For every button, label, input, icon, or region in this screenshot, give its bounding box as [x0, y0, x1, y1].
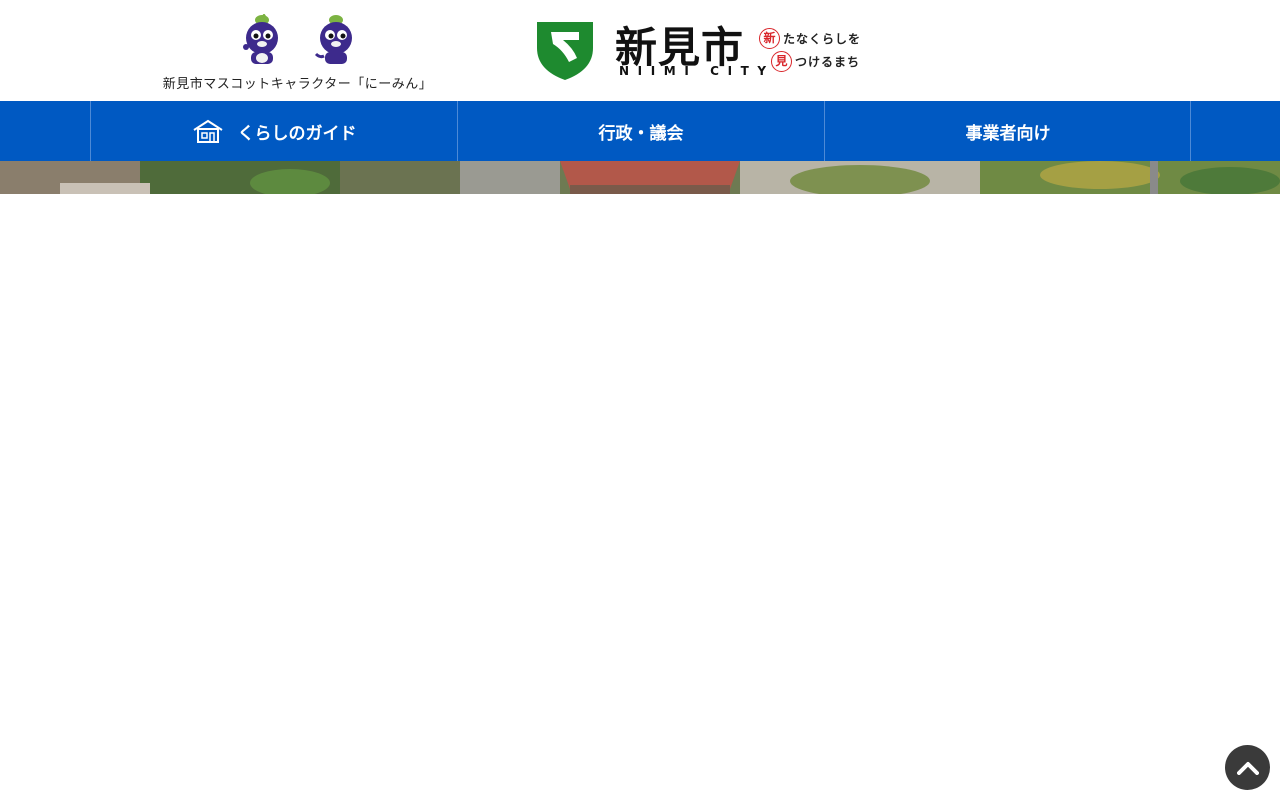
site-header: 新見市マスコットキャラクター「にーみん」 新見市 NIIMI CITY 新たなく…	[0, 0, 1280, 101]
slogan-text: つけるまち	[795, 55, 861, 69]
nav-item-label: 事業者向け	[965, 123, 1051, 144]
city-emblem-icon	[537, 22, 593, 80]
slogan-text: たなくらしを	[783, 32, 862, 46]
hero-image	[0, 161, 1280, 194]
chevron-up-icon	[1236, 761, 1259, 775]
city-logo[interactable]: 新見市 NIIMI CITY 新たなくらしを 見つけるまち	[533, 18, 868, 84]
mascot-caption: 新見市マスコットキャラクター「にーみん」	[162, 77, 433, 92]
slogan-mark: 新	[759, 28, 780, 49]
nav-item-administration[interactable]: 行政・議会	[457, 101, 824, 161]
page-top-button[interactable]	[1225, 745, 1270, 790]
slogan-line-1: 新たなくらしを	[759, 28, 861, 50]
slogan-mark: 見	[771, 51, 792, 72]
nav-item-label: くらしのガイド	[237, 123, 357, 144]
nav-item-partial[interactable]	[1190, 101, 1280, 161]
global-nav: くらしのガイド 行政・議会 事業者向け	[0, 101, 1280, 161]
house-icon	[192, 119, 223, 143]
mascot-niimin-image	[243, 14, 278, 64]
mascot-niimin-image	[314, 15, 352, 64]
nav-item-business[interactable]: 事業者向け	[824, 101, 1191, 161]
nav-item-living-guide[interactable]: くらしのガイド	[90, 101, 457, 161]
hero-photo-strip	[0, 161, 1280, 194]
city-name-roman: NIIMI CITY	[619, 64, 775, 78]
slogan-line-2: 見つけるまち	[771, 51, 860, 73]
mascot-area[interactable]: 新見市マスコットキャラクター「にーみん」	[160, 12, 435, 92]
nav-item-label: 行政・議会	[598, 123, 684, 144]
